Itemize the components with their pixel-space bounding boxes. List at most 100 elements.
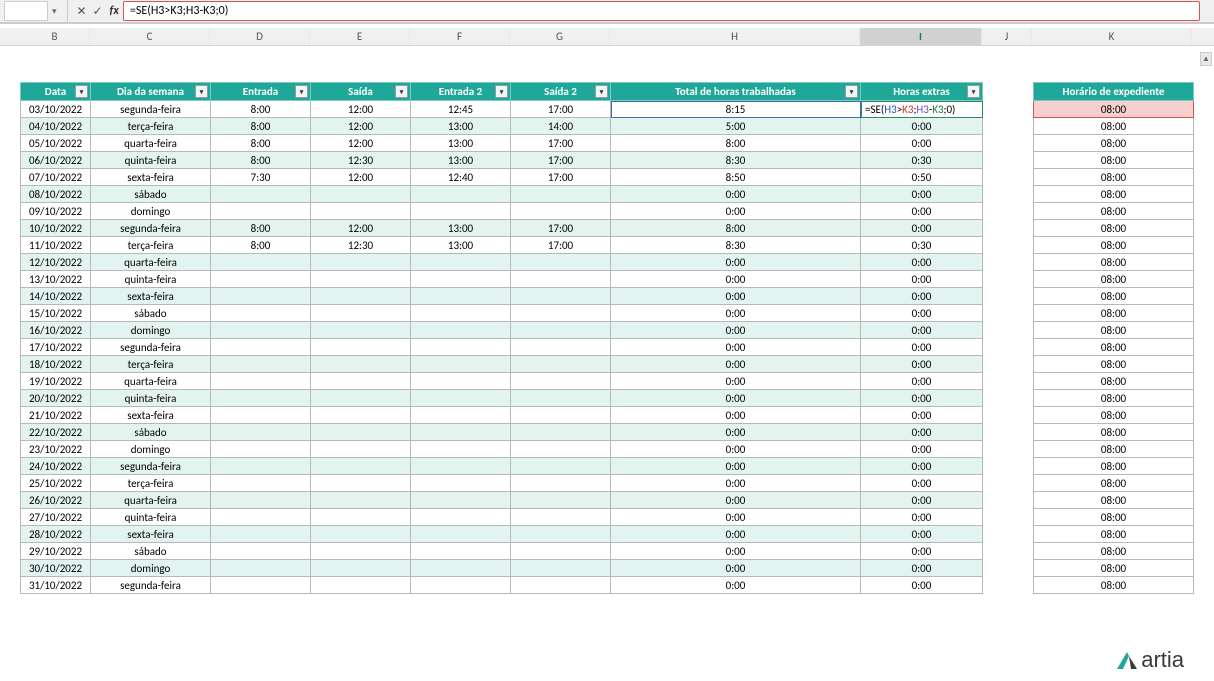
cell[interactable]: 0:00 — [861, 458, 983, 475]
cell[interactable]: 08:00 — [1034, 237, 1194, 254]
cell[interactable]: 08:00 — [1034, 135, 1194, 152]
col-header-h[interactable]: H — [610, 28, 860, 45]
header-data[interactable]: Data▾ — [21, 83, 91, 101]
cell[interactable]: 0:00 — [861, 203, 983, 220]
cell[interactable] — [411, 509, 511, 526]
cell[interactable] — [311, 560, 411, 577]
cell[interactable]: 14:00 — [511, 118, 611, 135]
cell[interactable]: 08:00 — [1034, 288, 1194, 305]
cell[interactable] — [211, 373, 311, 390]
cell[interactable] — [311, 322, 411, 339]
cell[interactable]: 05/10/2022 — [21, 135, 91, 152]
cell[interactable]: 08:00 — [1034, 492, 1194, 509]
cell[interactable]: 08:00 — [1034, 441, 1194, 458]
cell[interactable] — [311, 424, 411, 441]
cell[interactable]: 08:00 — [1034, 203, 1194, 220]
cell[interactable]: 12/10/2022 — [21, 254, 91, 271]
cell[interactable]: 08:00 — [1034, 220, 1194, 237]
cell[interactable]: 0:00 — [611, 458, 861, 475]
cell[interactable]: 0:00 — [611, 543, 861, 560]
cell[interactable]: terça-feira — [91, 475, 211, 492]
cell[interactable]: 08:00 — [1034, 475, 1194, 492]
cell[interactable]: 04/10/2022 — [21, 118, 91, 135]
cell[interactable]: 09/10/2022 — [21, 203, 91, 220]
cell[interactable] — [411, 390, 511, 407]
cell[interactable] — [511, 407, 611, 424]
filter-icon[interactable]: ▾ — [75, 85, 88, 98]
cell[interactable] — [411, 203, 511, 220]
cell[interactable]: 08:00 — [1034, 526, 1194, 543]
cell[interactable]: terça-feira — [91, 118, 211, 135]
cell[interactable] — [211, 203, 311, 220]
cell[interactable]: 08:00 — [1034, 271, 1194, 288]
cell[interactable]: 0:00 — [611, 203, 861, 220]
cell[interactable]: 12:30 — [311, 237, 411, 254]
cell[interactable] — [411, 356, 511, 373]
cell[interactable]: 14/10/2022 — [21, 288, 91, 305]
cell[interactable]: 18/10/2022 — [21, 356, 91, 373]
cell[interactable] — [311, 526, 411, 543]
name-box[interactable] — [4, 1, 48, 21]
cell[interactable] — [311, 577, 411, 594]
cell[interactable]: quarta-feira — [91, 492, 211, 509]
cell[interactable]: 16/10/2022 — [21, 322, 91, 339]
cell[interactable]: 0:00 — [611, 305, 861, 322]
cell[interactable]: 0:00 — [861, 373, 983, 390]
cell[interactable]: 0:00 — [611, 373, 861, 390]
cell[interactable]: 0:00 — [611, 322, 861, 339]
cell[interactable]: 08:00 — [1034, 169, 1194, 186]
filter-icon[interactable]: ▾ — [295, 85, 308, 98]
header-saida[interactable]: Saída▾ — [311, 83, 411, 101]
cell[interactable] — [311, 186, 411, 203]
cell[interactable]: 8:00 — [211, 237, 311, 254]
cell[interactable]: quinta-feira — [91, 390, 211, 407]
cell[interactable]: terça-feira — [91, 356, 211, 373]
cell[interactable] — [511, 186, 611, 203]
cell[interactable] — [311, 305, 411, 322]
cell[interactable] — [511, 577, 611, 594]
cell[interactable] — [511, 254, 611, 271]
cell[interactable]: 0:00 — [611, 492, 861, 509]
cell[interactable]: 0:50 — [861, 169, 983, 186]
cell[interactable]: 8:30 — [611, 152, 861, 169]
cell[interactable] — [211, 492, 311, 509]
formula-input[interactable]: =SE(H3>K3;H3-K3;0) — [123, 1, 1200, 21]
cell[interactable] — [411, 271, 511, 288]
cell[interactable]: 10/10/2022 — [21, 220, 91, 237]
cell[interactable]: 0:00 — [611, 356, 861, 373]
cell[interactable] — [211, 339, 311, 356]
header-entrada[interactable]: Entrada▾ — [211, 83, 311, 101]
cell[interactable] — [211, 509, 311, 526]
cell[interactable]: 0:00 — [861, 526, 983, 543]
cell[interactable] — [211, 356, 311, 373]
cell[interactable] — [511, 526, 611, 543]
cell[interactable] — [311, 356, 411, 373]
cell[interactable]: 08:00 — [1034, 152, 1194, 169]
cell[interactable]: sábado — [91, 543, 211, 560]
cell[interactable] — [211, 407, 311, 424]
cell[interactable]: 0:00 — [861, 135, 983, 152]
cell[interactable]: 5:00 — [611, 118, 861, 135]
cell[interactable]: segunda-feira — [91, 220, 211, 237]
cell[interactable] — [411, 560, 511, 577]
cell[interactable]: 17:00 — [511, 135, 611, 152]
cell[interactable]: 08/10/2022 — [21, 186, 91, 203]
cell[interactable]: 8:30 — [611, 237, 861, 254]
filter-icon[interactable]: ▾ — [195, 85, 208, 98]
cell[interactable]: 0:00 — [861, 288, 983, 305]
cell[interactable] — [311, 475, 411, 492]
cell[interactable] — [411, 441, 511, 458]
cell[interactable]: 08:00 — [1034, 101, 1194, 118]
filter-icon[interactable]: ▾ — [845, 85, 858, 98]
cell[interactable]: 13:00 — [411, 152, 511, 169]
cell[interactable]: 12:00 — [311, 220, 411, 237]
cell[interactable]: 26/10/2022 — [21, 492, 91, 509]
cell[interactable]: 12:45 — [411, 101, 511, 118]
cell[interactable]: 0:00 — [611, 475, 861, 492]
cell[interactable]: 17:00 — [511, 220, 611, 237]
cell[interactable]: 8:00 — [211, 118, 311, 135]
cell[interactable]: 0:00 — [611, 186, 861, 203]
cell[interactable]: 23/10/2022 — [21, 441, 91, 458]
confirm-formula-button[interactable]: ✓ — [90, 4, 106, 19]
cell[interactable]: 17:00 — [511, 152, 611, 169]
